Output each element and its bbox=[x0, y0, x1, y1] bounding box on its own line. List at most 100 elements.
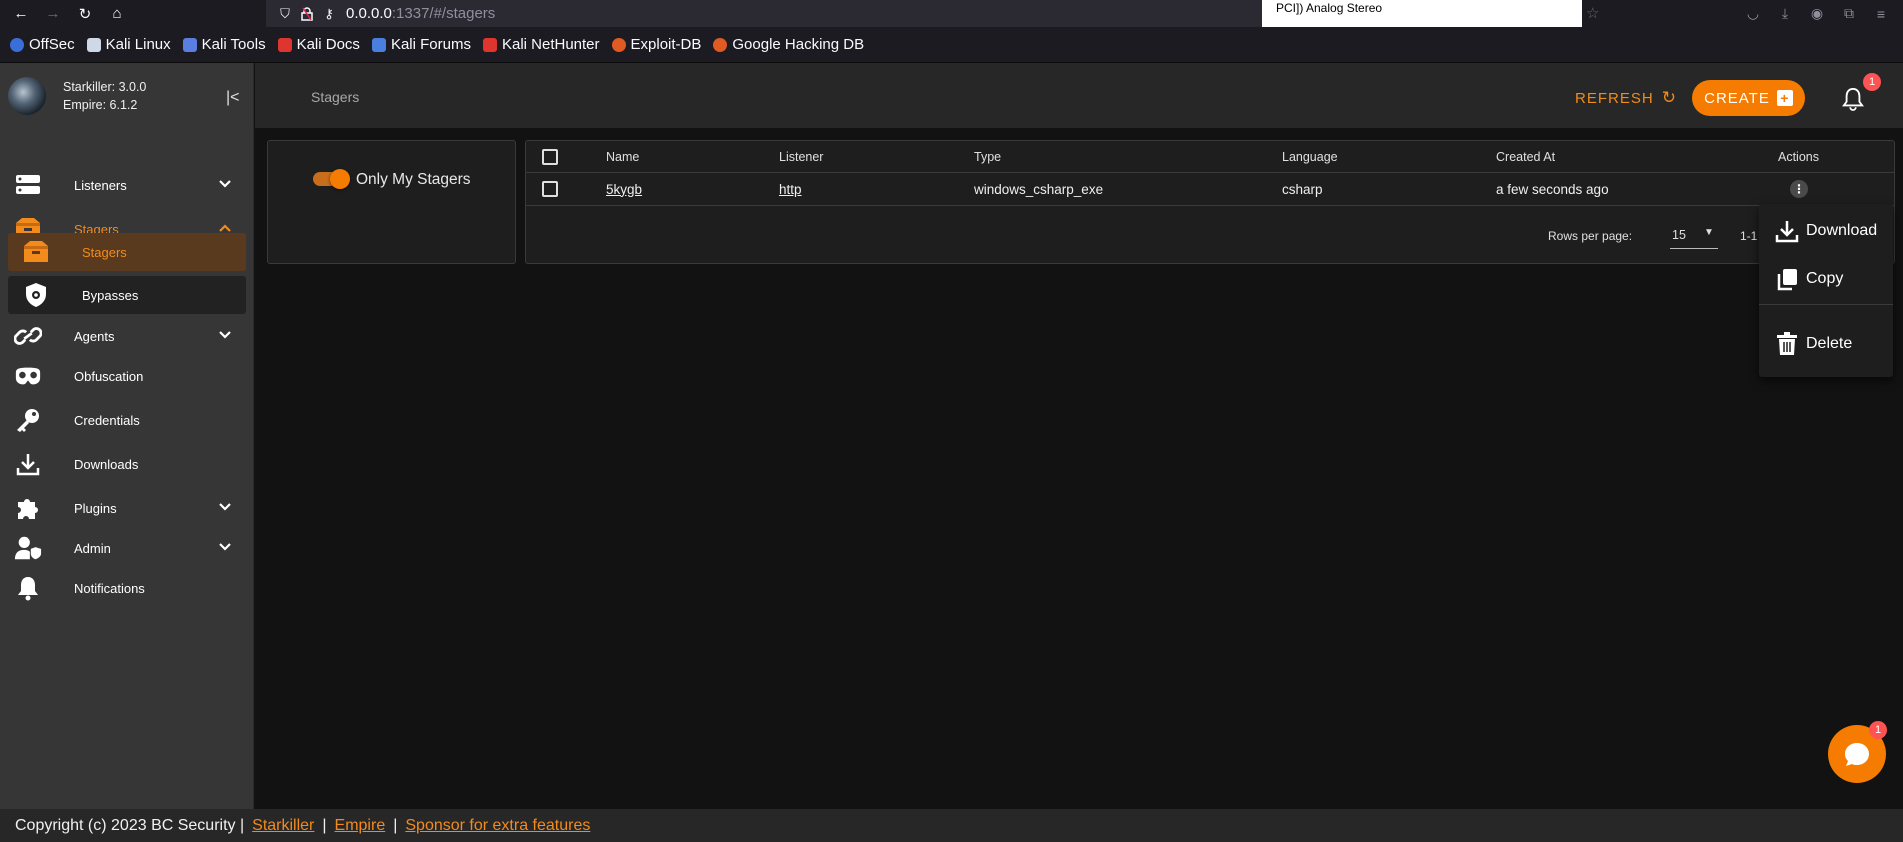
stager-name-link[interactable]: 5kygb bbox=[606, 173, 642, 205]
url-text[interactable]: 0.0.0.0:1337/#/stagers bbox=[346, 5, 495, 22]
rows-per-page-label: Rows per page: bbox=[1548, 229, 1633, 243]
footer-separator: | bbox=[393, 816, 398, 834]
bookmark-kali-linux[interactable]: Kali Linux bbox=[86, 36, 171, 53]
bookmark-kali-nethunter[interactable]: Kali NetHunter bbox=[482, 36, 600, 53]
menu-item-download[interactable]: Download bbox=[1759, 210, 1893, 252]
sidebar-item-admin[interactable]: Admin bbox=[0, 528, 254, 568]
puzzle-icon bbox=[14, 494, 42, 522]
kali-tools-icon bbox=[182, 37, 197, 52]
actions-cell: ⋮ bbox=[1790, 173, 1808, 205]
shield-icon[interactable]: ⛉ bbox=[274, 6, 296, 22]
bookmark-google-hacking-db[interactable]: Google Hacking DB bbox=[713, 36, 864, 53]
bell-icon bbox=[14, 574, 42, 602]
sidebar-item-label: Credentials bbox=[74, 412, 140, 428]
column-header-name[interactable]: Name bbox=[606, 141, 639, 172]
only-my-stagers-toggle[interactable] bbox=[313, 169, 350, 189]
back-arrow-icon[interactable]: ← bbox=[10, 3, 32, 25]
stager-listener-link[interactable]: http bbox=[779, 173, 802, 205]
app-header: Stagers REFRESH ↻ CREATE + 1 bbox=[255, 63, 1903, 128]
create-button[interactable]: CREATE + bbox=[1692, 80, 1805, 116]
sidebar-item-credentials[interactable]: Credentials bbox=[0, 400, 254, 440]
sidebar: Starkiller: 3.0.0 Empire: 6.1.2 |< Liste… bbox=[0, 63, 254, 809]
kali-docs-icon bbox=[277, 37, 292, 52]
collapse-sidebar-icon[interactable]: |< bbox=[226, 89, 240, 107]
bookmark-kali-tools[interactable]: Kali Tools bbox=[182, 36, 266, 53]
starkiller-logo bbox=[8, 77, 46, 115]
chevron-down-icon bbox=[218, 501, 232, 515]
empire-version: Empire: 6.1.2 bbox=[63, 98, 138, 112]
kali-dragon-icon bbox=[86, 37, 101, 52]
sidebar-item-agents[interactable]: Agents bbox=[0, 316, 254, 356]
key-icon[interactable]: ⚷ bbox=[318, 6, 340, 22]
chat-bubble-icon bbox=[1845, 743, 1869, 766]
select-all-checkbox[interactable] bbox=[542, 148, 558, 165]
lock-icon[interactable] bbox=[296, 6, 318, 21]
menu-item-label: Delete bbox=[1806, 335, 1853, 352]
notifications-bell-icon[interactable] bbox=[1842, 87, 1868, 113]
column-header-listener[interactable]: Listener bbox=[779, 141, 823, 172]
actions-menu: Download Copy Delete bbox=[1759, 204, 1893, 377]
account-icon[interactable]: ◉ bbox=[1808, 5, 1826, 22]
extensions-icon[interactable]: ⧉ bbox=[1840, 5, 1858, 22]
bookmark-label: Google Hacking DB bbox=[732, 36, 865, 53]
bookmark-label: Kali NetHunter bbox=[501, 36, 600, 53]
sidebar-item-label: Notifications bbox=[74, 580, 145, 596]
sidebar-item-listeners[interactable]: Listeners bbox=[0, 165, 254, 205]
home-icon[interactable]: ⌂ bbox=[106, 3, 128, 25]
bookmark-kali-forums[interactable]: Kali Forums bbox=[371, 36, 471, 53]
sidebar-subitem-bypasses[interactable]: Bypasses bbox=[8, 276, 246, 314]
bookmark-label: OffSec bbox=[29, 36, 75, 53]
forward-arrow-icon[interactable]: → bbox=[42, 3, 64, 25]
bookmark-kali-docs[interactable]: Kali Docs bbox=[277, 36, 360, 53]
row-checkbox-cell bbox=[542, 173, 558, 205]
copyright-text: Copyright (c) 2023 BC Security | bbox=[15, 816, 245, 834]
admin-icon bbox=[14, 534, 42, 562]
sidebar-subitem-stagers[interactable]: Stagers bbox=[8, 233, 246, 271]
bookmark-exploit-db[interactable]: Exploit-DB bbox=[611, 36, 701, 53]
column-header-language[interactable]: Language bbox=[1282, 141, 1338, 172]
chevron-down-icon bbox=[218, 329, 232, 343]
plus-icon: + bbox=[1776, 90, 1793, 106]
sponsor-link[interactable]: Sponsor for extra features bbox=[405, 817, 590, 835]
sidebar-item-label: Plugins bbox=[74, 500, 117, 516]
sidebar-item-notifications[interactable]: Notifications bbox=[0, 568, 254, 608]
main-content: Only My Stagers Name Listener Type Langu… bbox=[255, 128, 1903, 809]
table-footer: Rows per page: 15 ▼ 1-1 o bbox=[526, 207, 1894, 263]
create-label: CREATE bbox=[1704, 89, 1770, 107]
toggle-knob bbox=[330, 169, 350, 189]
sidebar-item-downloads[interactable]: Downloads bbox=[0, 444, 254, 484]
browser-right-icons: ◡ ⤓ ◉ ⧉ ≡ bbox=[1582, 0, 1890, 27]
bookmark-offsec[interactable]: OffSec bbox=[10, 36, 75, 53]
bookmarks-bar: OffSec Kali Linux Kali Tools Kali Docs K… bbox=[0, 27, 1903, 63]
audio-device-tooltip: PCI]) Analog Stereo bbox=[1262, 0, 1582, 27]
more-vert-icon[interactable]: ⋮ bbox=[1790, 180, 1808, 198]
bookmark-label: Kali Linux bbox=[105, 36, 171, 53]
downloads-icon[interactable]: ⤓ bbox=[1776, 5, 1794, 22]
rows-per-page-select[interactable]: 15 ▼ bbox=[1670, 223, 1718, 249]
reload-icon[interactable]: ↻ bbox=[74, 3, 96, 25]
sidebar-item-obfuscation[interactable]: Obfuscation bbox=[0, 356, 254, 396]
column-header-created-at[interactable]: Created At bbox=[1496, 141, 1555, 172]
refresh-button[interactable]: REFRESH ↻ bbox=[1575, 81, 1677, 115]
sidebar-item-label: Admin bbox=[74, 540, 111, 556]
table-row[interactable]: 5kygb http windows_csharp_exe csharp a f… bbox=[526, 173, 1894, 206]
mask-icon bbox=[14, 362, 42, 390]
sidebar-item-plugins[interactable]: Plugins bbox=[0, 488, 254, 528]
pocket-icon[interactable]: ◡ bbox=[1744, 5, 1762, 22]
copy-icon bbox=[1775, 267, 1799, 291]
menu-item-copy[interactable]: Copy bbox=[1759, 258, 1893, 300]
stager-language: csharp bbox=[1282, 181, 1323, 197]
trash-icon bbox=[1775, 332, 1799, 356]
empire-link[interactable]: Empire bbox=[335, 817, 386, 835]
caret-down-icon: ▼ bbox=[1704, 227, 1714, 238]
nethunter-icon bbox=[482, 37, 497, 52]
url-path: :1337/#/stagers bbox=[391, 5, 496, 22]
starkiller-link[interactable]: Starkiller bbox=[252, 817, 314, 835]
row-checkbox[interactable] bbox=[542, 181, 558, 197]
stager-created-at: a few seconds ago bbox=[1496, 181, 1609, 197]
url-bar[interactable]: ⛉ ⚷ 0.0.0.0:1337/#/stagers bbox=[266, 0, 1262, 27]
app-root: Starkiller: 3.0.0 Empire: 6.1.2 |< Liste… bbox=[0, 63, 1903, 842]
menu-item-delete[interactable]: Delete bbox=[1759, 323, 1893, 365]
menu-icon[interactable]: ≡ bbox=[1872, 6, 1890, 22]
column-header-type[interactable]: Type bbox=[974, 141, 1001, 172]
